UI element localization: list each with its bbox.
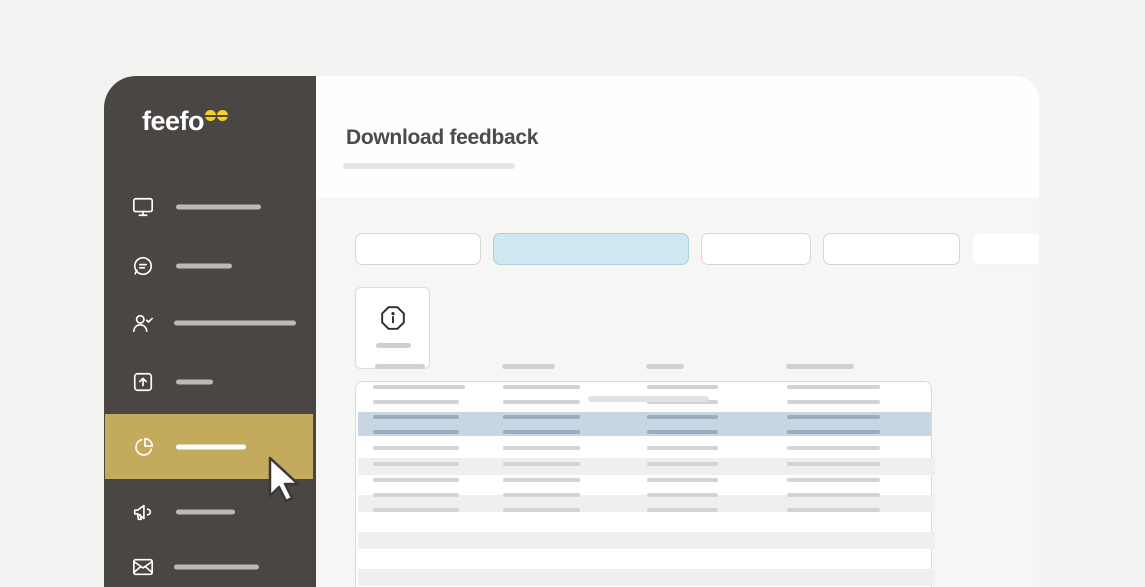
app-window: feefo Download feedback: [104, 76, 1039, 587]
table-cell: [647, 478, 718, 482]
sidebar-item-label: [176, 379, 213, 385]
table-cell: [787, 446, 880, 450]
table-cell: [787, 430, 880, 434]
column-header[interactable]: [375, 364, 425, 369]
filter-tab-2[interactable]: [493, 233, 689, 265]
logo-eyes-icon: [205, 110, 229, 121]
sidebar-item-label: [176, 444, 246, 449]
table-cell: [373, 385, 465, 389]
sidebar-item-reviews[interactable]: [104, 236, 316, 296]
table-cell: [647, 462, 718, 466]
table-cell: [373, 493, 459, 497]
sidebar-item-customers[interactable]: [104, 293, 316, 353]
table-cell: [647, 446, 718, 450]
table-cell: [787, 508, 880, 512]
table-cell: [503, 430, 580, 434]
table-cell: [373, 430, 459, 434]
sidebar-item-label: [176, 263, 232, 269]
mail-icon: [133, 558, 153, 576]
table-cell: [373, 415, 459, 419]
info-card[interactable]: [355, 287, 430, 369]
table-cell: [373, 508, 459, 512]
sidebar-item-label: [176, 509, 235, 515]
table-cell: [503, 385, 580, 389]
filter-tab-5[interactable]: [972, 233, 1039, 265]
table-cell: [373, 462, 459, 466]
filter-tab-4[interactable]: [823, 233, 960, 265]
sidebar-item-messages[interactable]: [104, 537, 316, 587]
column-header[interactable]: [786, 364, 854, 369]
table-cell: [503, 462, 580, 466]
pie-chart-icon: [135, 437, 154, 456]
chat-bubble-icon: [133, 256, 153, 276]
table-cell: [647, 493, 718, 497]
table-cell: [503, 493, 580, 497]
sidebar-item-label: [176, 204, 261, 210]
table-cell: [787, 462, 880, 466]
column-header[interactable]: [646, 364, 684, 369]
table-cell: [373, 400, 459, 404]
page-title: Download feedback: [346, 126, 539, 149]
monitor-icon: [133, 197, 153, 217]
page-header: Download feedback: [316, 76, 1039, 198]
table-cell: [787, 385, 880, 389]
table-cell: [503, 508, 580, 512]
loading-bar: [588, 396, 709, 402]
filter-tab-3[interactable]: [701, 233, 811, 265]
table-cell: [647, 430, 718, 434]
mouse-pointer-icon: [268, 456, 300, 503]
table-cell: [647, 415, 718, 419]
info-octagon-icon: [381, 306, 405, 330]
table-cell: [373, 478, 459, 482]
table-row[interactable]: [358, 569, 935, 586]
sidebar-item-label: [174, 564, 259, 570]
upload-icon: [133, 372, 153, 392]
filter-tab-1[interactable]: [355, 233, 481, 265]
table-cell: [787, 415, 880, 419]
sidebar-item-dashboard[interactable]: [104, 177, 316, 237]
feefo-logo[interactable]: feefo: [142, 106, 229, 137]
table-cell: [373, 446, 459, 450]
page-subtitle-placeholder: [343, 163, 515, 169]
user-check-icon: [133, 314, 153, 333]
megaphone-icon: [133, 504, 152, 521]
logo-text: feefo: [142, 106, 205, 136]
column-header[interactable]: [502, 364, 555, 369]
table-cell: [647, 385, 718, 389]
table-cell: [787, 400, 880, 404]
table-cell: [503, 446, 580, 450]
info-card-label: [376, 343, 411, 348]
table-cell: [503, 415, 580, 419]
table-row[interactable]: [358, 458, 935, 475]
table-cell: [787, 493, 880, 497]
feedback-table: [355, 381, 935, 587]
table-cell: [787, 478, 880, 482]
table-cell: [503, 400, 580, 404]
sidebar: feefo: [104, 76, 316, 587]
table-cell: [503, 478, 580, 482]
sidebar-item-label: [174, 320, 296, 326]
table-cell: [647, 508, 718, 512]
table-row[interactable]: [358, 532, 935, 549]
sidebar-item-upload[interactable]: [104, 352, 316, 412]
